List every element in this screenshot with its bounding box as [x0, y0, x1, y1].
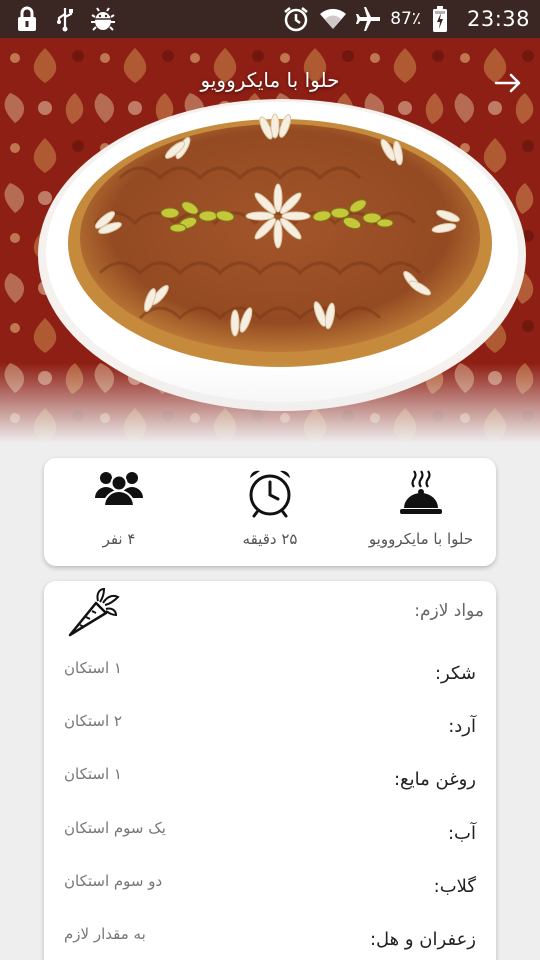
- alarm-clock-icon: [245, 468, 295, 522]
- ingredient-amount: ۲ استکان: [64, 712, 122, 730]
- ingredients-title: مواد لازم:: [414, 601, 484, 621]
- ingredient-row: آب: یک سوم استکان: [44, 817, 496, 857]
- ingredient-amount: به مقدار لازم: [64, 925, 146, 943]
- serving-dish-icon: [398, 468, 444, 522]
- ingredient-row: زعفران و هل: به مقدار لازم: [44, 923, 496, 960]
- status-time: 23:38: [466, 7, 530, 31]
- info-servings: ۴ نفر: [44, 458, 194, 566]
- ingredient-name: آب:: [447, 823, 476, 844]
- recipe-hero-image: [0, 38, 540, 443]
- ingredient-row: روغن مایع: ۱ استکان: [44, 763, 496, 803]
- airplane-mode-icon: [354, 5, 381, 33]
- recipe-info-card: حلوا با مایکروویو ۲۵ دقیقه ۴ نفر: [44, 458, 496, 566]
- people-group-icon: [94, 468, 144, 512]
- ingredients-card: مواد لازم: شکر: ۱ استکان آرد: ۲ استکان ر…: [44, 581, 496, 960]
- page-title: حلوا با مایکروویو: [200, 68, 340, 92]
- ingredient-row: گلاب: دو سوم استکان: [44, 870, 496, 910]
- usb-icon: [52, 5, 78, 33]
- battery-charging-icon: [431, 5, 457, 33]
- ingredient-amount: ۱ استکان: [64, 765, 122, 783]
- servings-label: ۴ نفر: [102, 530, 136, 548]
- back-arrow-icon[interactable]: [494, 72, 522, 94]
- ingredient-name: شکر:: [434, 663, 476, 684]
- ingredient-name: آرد:: [448, 716, 476, 737]
- status-bar: 87٪ 23:38: [0, 0, 540, 38]
- wifi-icon: [318, 5, 347, 33]
- android-debug-icon: [90, 5, 116, 33]
- ingredient-amount: دو سوم استکان: [64, 872, 163, 890]
- info-time: ۲۵ دقیقه: [195, 458, 345, 566]
- ingredient-row: شکر: ۱ استکان: [44, 657, 496, 697]
- ingredient-name: روغن مایع:: [393, 769, 476, 790]
- time-label: ۲۵ دقیقه: [242, 530, 298, 548]
- ingredient-name: گلاب:: [433, 876, 476, 897]
- battery-percent: 87٪: [390, 9, 421, 29]
- info-dish: حلوا با مایکروویو: [346, 458, 496, 566]
- alarm-icon: [282, 5, 308, 33]
- dish-label: حلوا با مایکروویو: [368, 530, 474, 548]
- ingredient-amount: ۱ استکان: [64, 659, 122, 677]
- carrot-icon: [66, 587, 120, 643]
- lock-icon: [14, 5, 40, 33]
- ingredient-row: آرد: ۲ استکان: [44, 710, 496, 750]
- ingredient-name: زعفران و هل:: [369, 929, 476, 950]
- ingredient-amount: یک سوم استکان: [64, 819, 166, 837]
